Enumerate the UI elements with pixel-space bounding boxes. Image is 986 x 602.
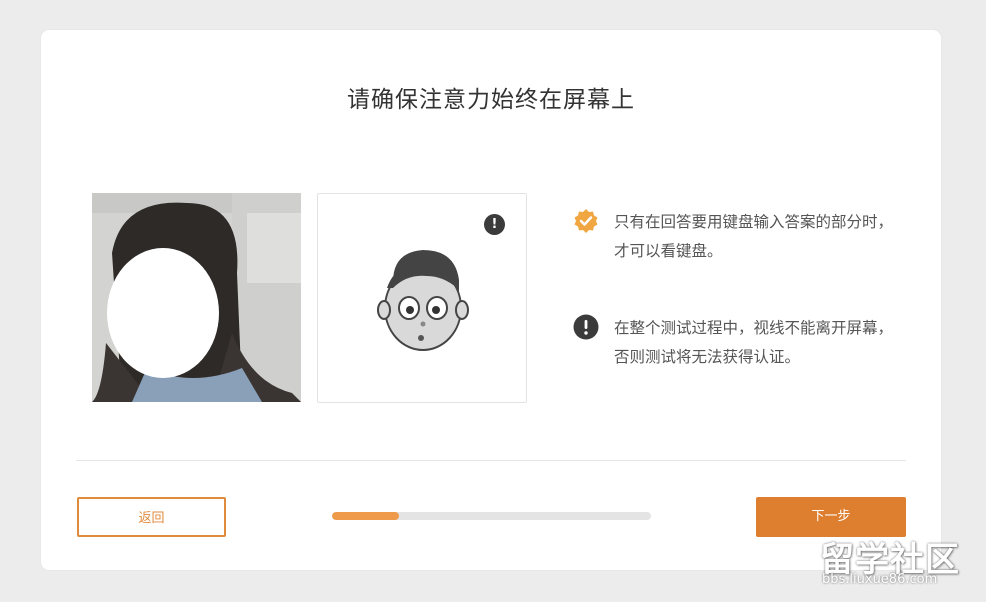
check-badge-icon [574, 209, 598, 233]
face-looking-icon [377, 250, 469, 351]
webcam-photo [92, 193, 301, 402]
webcam-photo-image [92, 193, 301, 402]
progress-bar [332, 512, 651, 520]
next-button[interactable]: 下一步 [756, 497, 906, 537]
note-eyes-on-screen-text: 在整个测试过程中，视线不能离开屏幕，否则测试将无法获得认证。 [614, 319, 894, 366]
note-keyboard-text: 只有在回答要用键盘输入答案的部分时，才可以看键盘。 [614, 213, 894, 260]
page: 请确保注意力始终在屏幕上 ! 只有在回答要用键盘输入答案的部分时，才可以看键盘。… [0, 0, 986, 602]
face-illustration-panel: ! [317, 193, 527, 403]
back-button[interactable]: 返回 [77, 497, 226, 537]
watermark: 留学社区 bbs.liuxue86.com [820, 532, 980, 596]
watermark-url: bbs.liuxue86.com [822, 572, 938, 587]
attention-dialog: 请确保注意力始终在屏幕上 ! 只有在回答要用键盘输入答案的部分时，才可以看键盘。… [41, 30, 941, 570]
page-title: 请确保注意力始终在屏幕上 [347, 87, 635, 113]
exclamation-circle-icon [573, 314, 599, 340]
divider [76, 460, 906, 461]
progress-bar-fill [332, 512, 399, 520]
exclamation-icon: ! [484, 214, 505, 235]
